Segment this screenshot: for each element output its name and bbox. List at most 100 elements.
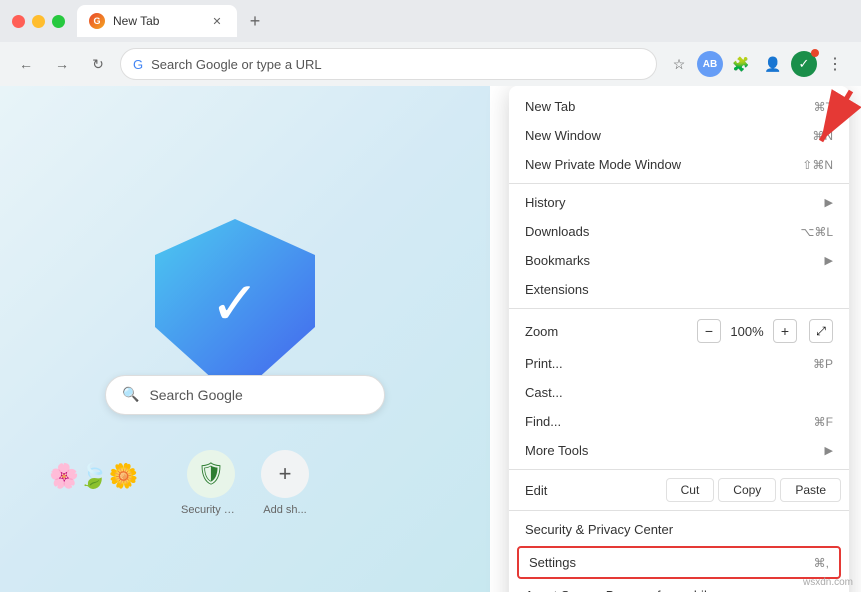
- menu-item-downloads[interactable]: Downloads ⌥⌘L: [509, 217, 849, 246]
- menu-item-new-tab[interactable]: New Tab ⌘T: [509, 92, 849, 121]
- menu-item-extensions[interactable]: Extensions: [509, 275, 849, 304]
- menu-item-avast-mobile-label: Avast Secure Browser for mobile: [525, 588, 833, 592]
- tab-bar: G New Tab ✕ +: [77, 5, 269, 37]
- security-quick-icon[interactable]: 🛡 Security & Priv...: [181, 450, 241, 516]
- menu-item-settings-shortcut: ⌘,: [814, 556, 829, 570]
- menu-item-new-window[interactable]: New Window ⌘N: [509, 121, 849, 150]
- bookmark-button[interactable]: ☆: [665, 50, 693, 78]
- menu-item-new-tab-shortcut: ⌘T: [814, 100, 833, 114]
- menu-item-new-private-label: New Private Mode Window: [525, 157, 794, 172]
- avast-illustration: ✓ 🌸🍃🌼 🔍 Search Google 🛡 Security & Priv.…: [0, 86, 490, 592]
- active-tab[interactable]: G New Tab ✕: [77, 5, 237, 37]
- fullscreen-icon: ⤢: [816, 324, 826, 339]
- toolbar: ← → ↻ G Search Google or type a URL ☆ AB…: [0, 42, 861, 86]
- menu-item-find-shortcut: ⌘F: [814, 415, 833, 429]
- copy-button[interactable]: Copy: [718, 478, 776, 502]
- menu-item-history-label: History: [525, 195, 817, 210]
- avatar-button[interactable]: AB: [697, 51, 723, 77]
- main-menu-button[interactable]: ⋮: [821, 50, 849, 78]
- menu-item-find[interactable]: Find... ⌘F: [509, 407, 849, 436]
- address-bar[interactable]: G Search Google or type a URL: [120, 48, 657, 80]
- tab-close-button[interactable]: ✕: [209, 13, 225, 29]
- browser-chrome: G New Tab ✕ + ← → ↻ G Search Google or t…: [0, 0, 861, 86]
- shield-check-icon: ✓: [210, 269, 260, 339]
- menu-item-new-tab-label: New Tab: [525, 99, 806, 114]
- add-icon-label: Add sh...: [263, 504, 306, 516]
- menu-item-more-tools[interactable]: More Tools ▶: [509, 436, 849, 465]
- flowers-decoration: 🌸🍃🌼: [49, 462, 139, 491]
- maximize-button[interactable]: [52, 15, 65, 28]
- edit-actions: Cut Copy Paste: [666, 478, 841, 502]
- tab-favicon: G: [89, 13, 105, 29]
- divider-2: [509, 308, 849, 309]
- menu-item-settings-label: Settings: [529, 555, 806, 570]
- menu-item-downloads-shortcut: ⌥⌘L: [800, 225, 833, 239]
- google-icon: G: [133, 57, 143, 72]
- history-arrow-icon: ▶: [825, 196, 833, 209]
- zoom-out-button[interactable]: −: [697, 319, 721, 343]
- menu-item-security[interactable]: Security & Privacy Center: [509, 515, 849, 544]
- zoom-value: 100%: [729, 324, 765, 339]
- menu-item-downloads-label: Downloads: [525, 224, 792, 239]
- bookmarks-arrow-icon: ▶: [825, 254, 833, 267]
- address-text: Search Google or type a URL: [151, 57, 322, 72]
- page-content: ✓ 🌸🍃🌼 🔍 Search Google 🛡 Security & Priv.…: [0, 86, 861, 592]
- cut-button[interactable]: Cut: [666, 478, 715, 502]
- title-bar: G New Tab ✕ +: [0, 0, 861, 42]
- menu-item-new-window-shortcut: ⌘N: [812, 129, 833, 143]
- edit-label: Edit: [517, 483, 666, 498]
- security-status-button[interactable]: ✓: [791, 51, 817, 77]
- menu-item-more-tools-label: More Tools: [525, 443, 817, 458]
- menu-item-bookmarks[interactable]: Bookmarks ▶: [509, 246, 849, 275]
- dropdown-menu: New Tab ⌘T New Window ⌘N New Private Mod…: [509, 86, 849, 592]
- traffic-lights: [12, 15, 65, 28]
- watermark: wsxdn.com: [803, 577, 853, 588]
- menu-item-new-private[interactable]: New Private Mode Window ⇧⌘N: [509, 150, 849, 179]
- menu-item-new-private-shortcut: ⇧⌘N: [802, 158, 833, 172]
- more-tools-arrow-icon: ▶: [825, 444, 833, 457]
- menu-item-settings[interactable]: Settings ⌘,: [517, 546, 841, 579]
- menu-item-avast-mobile[interactable]: Avast Secure Browser for mobile: [509, 581, 849, 592]
- close-button[interactable]: [12, 15, 25, 28]
- zoom-row: Zoom − 100% + ⤢: [509, 313, 849, 349]
- security-icon-label: Security & Priv...: [181, 504, 241, 516]
- quick-access-row: 🛡 Security & Priv... + Add sh...: [181, 450, 309, 516]
- tab-title: New Tab: [113, 14, 201, 28]
- zoom-controls: − 100% + ⤢: [697, 319, 833, 343]
- zoom-in-button[interactable]: +: [773, 319, 797, 343]
- page-search-bar[interactable]: 🔍 Search Google: [105, 375, 385, 415]
- new-tab-button[interactable]: +: [241, 7, 269, 35]
- add-shortcut-icon[interactable]: + Add sh...: [261, 450, 309, 516]
- add-icon-circle: +: [261, 450, 309, 498]
- menu-item-cast-label: Cast...: [525, 385, 833, 400]
- search-placeholder: Search Google: [149, 387, 242, 403]
- divider-3: [509, 469, 849, 470]
- menu-item-new-window-label: New Window: [525, 128, 804, 143]
- menu-item-history[interactable]: History ▶: [509, 188, 849, 217]
- profile-button[interactable]: 👤: [759, 50, 787, 78]
- menu-item-extensions-label: Extensions: [525, 282, 833, 297]
- extensions-button[interactable]: 🧩: [727, 50, 755, 78]
- toolbar-actions: ☆ AB 🧩 👤 ✓ ⋮: [665, 50, 849, 78]
- zoom-label: Zoom: [525, 324, 697, 339]
- zoom-fullscreen-button[interactable]: ⤢: [809, 319, 833, 343]
- back-button[interactable]: ←: [12, 50, 40, 78]
- search-icon: 🔍: [122, 386, 139, 403]
- edit-row: Edit Cut Copy Paste: [509, 474, 849, 506]
- plus-icon: +: [279, 461, 292, 487]
- shield-shape: ✓: [155, 219, 315, 399]
- shield-icon: 🛡: [197, 461, 225, 487]
- menu-item-print-label: Print...: [525, 356, 805, 371]
- minimize-button[interactable]: [32, 15, 45, 28]
- security-icon-circle: 🛡: [187, 450, 235, 498]
- menu-item-security-label: Security & Privacy Center: [525, 522, 833, 537]
- menu-item-print-shortcut: ⌘P: [813, 357, 833, 371]
- divider-1: [509, 183, 849, 184]
- divider-4: [509, 510, 849, 511]
- reload-button[interactable]: ↻: [84, 50, 112, 78]
- menu-item-find-label: Find...: [525, 414, 806, 429]
- menu-item-cast[interactable]: Cast...: [509, 378, 849, 407]
- forward-button[interactable]: →: [48, 50, 76, 78]
- menu-item-print[interactable]: Print... ⌘P: [509, 349, 849, 378]
- paste-button[interactable]: Paste: [780, 478, 841, 502]
